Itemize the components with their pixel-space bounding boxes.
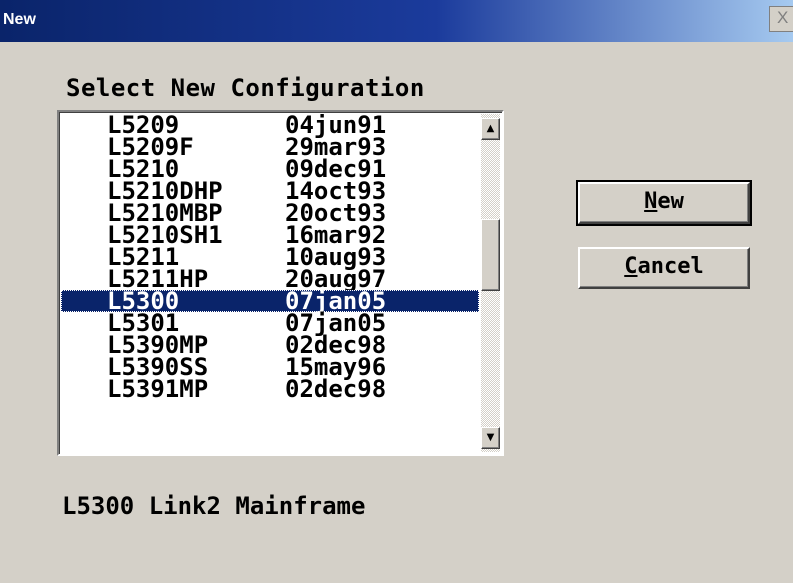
- scrollbar-thumb[interactable]: [481, 219, 500, 291]
- scroll-down-icon: ▼: [486, 432, 495, 443]
- configuration-list[interactable]: L5209 04jun91 L5209F 29mar93 L5210 09dec91 L52…: [61, 114, 479, 452]
- config-name: L5391MP: [107, 375, 209, 403]
- scroll-up-button[interactable]: ▲: [481, 118, 500, 140]
- list-item[interactable]: L5391MP 02dec98: [61, 375, 479, 403]
- close-icon: X: [777, 8, 789, 27]
- cancel-button[interactable]: Cancel: [578, 247, 750, 289]
- configuration-listbox[interactable]: L5209 04jun91 L5209F 29mar93 L5210 09dec91 L52…: [57, 110, 504, 456]
- scroll-down-button[interactable]: ▼: [481, 427, 500, 449]
- select-configuration-label: Select New Configuration: [66, 74, 425, 102]
- cancel-button-accelerator: C: [624, 254, 638, 279]
- configuration-description: L5300 Link2 Mainframe: [62, 492, 366, 520]
- new-button-label: ew: [657, 189, 684, 214]
- scroll-up-icon: ▲: [486, 123, 495, 134]
- new-button[interactable]: New: [576, 180, 752, 226]
- vertical-scrollbar[interactable]: ▲ ▼: [481, 114, 500, 452]
- title-bar[interactable]: New X: [0, 0, 793, 42]
- new-button-accelerator: N: [644, 189, 658, 214]
- window-title: New: [3, 11, 36, 28]
- close-button[interactable]: X: [769, 6, 793, 32]
- cancel-button-label: ancel: [637, 254, 704, 279]
- config-date: 02dec98: [285, 375, 387, 403]
